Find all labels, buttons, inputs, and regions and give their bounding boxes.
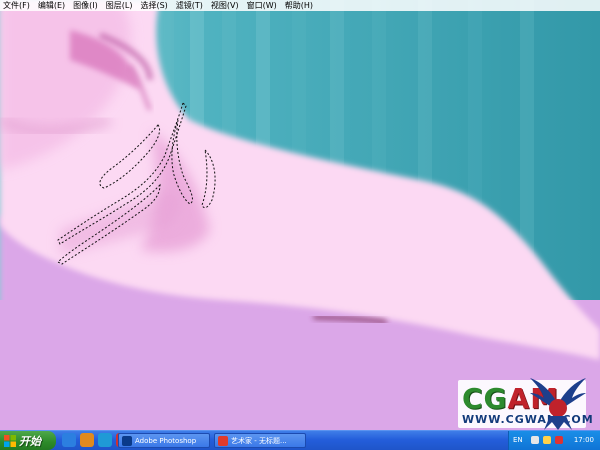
volume-icon[interactable]: [531, 436, 539, 444]
windows-logo-icon: [4, 434, 16, 447]
clock: 17:00: [573, 436, 594, 444]
start-button[interactable]: 开始: [0, 431, 56, 450]
media-player-icon[interactable]: [80, 433, 94, 447]
start-label: 开始: [19, 434, 41, 448]
winged-emblem-icon: [530, 378, 586, 430]
language-indicator[interactable]: EN: [513, 431, 523, 450]
menu-layer[interactable]: 图层(L): [106, 0, 133, 11]
menu-window[interactable]: 窗口(W): [247, 0, 277, 11]
network-icon[interactable]: [543, 436, 551, 444]
taskbar-window-label: 艺术家 - 无标题...: [231, 437, 287, 445]
menu-help[interactable]: 帮助(H): [285, 0, 313, 11]
menu-image[interactable]: 图像(I): [73, 0, 98, 11]
photoshop-icon: [122, 436, 132, 446]
browser-icon[interactable]: [98, 433, 112, 447]
internet-explorer-icon[interactable]: [62, 433, 76, 447]
menu-edit[interactable]: 编辑(E): [38, 0, 65, 11]
security-icon[interactable]: [555, 436, 563, 444]
menu-filter[interactable]: 滤镜(T): [176, 0, 203, 11]
menu-bar: 文件(F) 编辑(E) 图像(I) 图层(L) 选择(S) 滤镜(T) 视图(V…: [0, 0, 600, 11]
system-tray: EN 17:00: [508, 431, 600, 450]
taskbar: 开始 Adobe Photoshop 艺术家 - 无标题... EN 17:00: [0, 430, 600, 450]
painter-icon: [218, 436, 228, 446]
cgwan-watermark-logo: CGAM WWW.CGWAN.COM: [458, 378, 593, 430]
taskbar-window-painter[interactable]: 艺术家 - 无标题...: [214, 433, 306, 448]
menu-select[interactable]: 选择(S): [140, 0, 167, 11]
menu-file[interactable]: 文件(F): [3, 0, 30, 11]
menu-view[interactable]: 视图(V): [211, 0, 239, 11]
watermark-letters-green: CG: [462, 382, 508, 415]
taskbar-window-label: Adobe Photoshop: [135, 437, 197, 445]
taskbar-window-photoshop[interactable]: Adobe Photoshop: [118, 433, 210, 448]
